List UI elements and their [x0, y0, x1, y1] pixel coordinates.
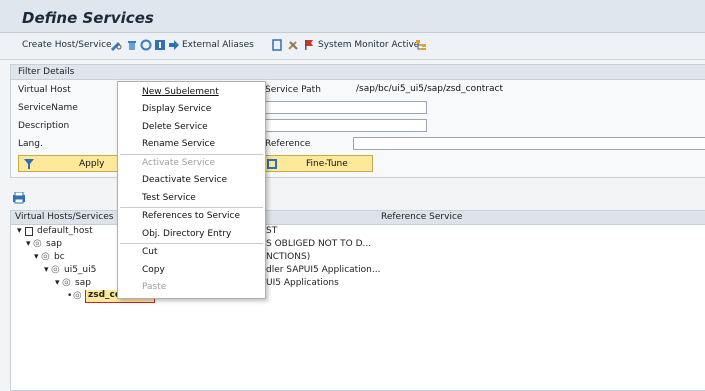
service-name-label: ServiceName [18, 103, 78, 113]
application-toolbar: Create Host/Service External Aliases Sys… [0, 33, 705, 60]
fine-tune-label: Fine-Tune [306, 159, 348, 169]
apply-button[interactable]: Apply [18, 155, 124, 172]
menu-item-copy[interactable]: Copy [142, 265, 165, 275]
menu-item-delete-service[interactable]: Delete Service [142, 122, 208, 132]
book-icon[interactable] [271, 39, 283, 51]
service-icon: ◎ [51, 264, 60, 275]
tree-node-name: default_host [37, 226, 93, 236]
lang-label: Lang. [18, 139, 43, 149]
reference-label: Reference [265, 139, 311, 149]
menu-item-paste: Paste [142, 282, 167, 292]
system-monitor-button[interactable]: System Monitor Active [318, 40, 419, 50]
apply-label: Apply [79, 159, 105, 169]
service-name-input[interactable] [265, 101, 427, 114]
page-title: Define Services [22, 9, 154, 27]
expand-arrow-icon[interactable]: ▾ [17, 226, 22, 236]
menu-separator [120, 207, 263, 208]
description-input[interactable] [265, 119, 427, 132]
tree-node-desc: NCTIONS) [266, 252, 311, 262]
tree-node-name: sap [75, 278, 91, 288]
menu-item-rename-service[interactable]: Rename Service [142, 139, 215, 149]
tree-node-desc: dler SAPUI5 Application... [266, 265, 381, 275]
tree-row[interactable]: ▾ ◎ ui5_ui5 dler SAPUI5 Application... [11, 264, 705, 277]
menu-item-deactivate-service[interactable]: Deactivate Service [142, 175, 227, 185]
title-bar: Define Services [0, 0, 705, 33]
tree-row[interactable]: ▾ default_host ST [11, 226, 705, 238]
arrow-right-icon [169, 40, 179, 50]
expand-arrow-icon[interactable]: ▾ [26, 239, 31, 249]
structure-icon[interactable] [415, 39, 427, 51]
refresh-icon[interactable] [140, 39, 152, 51]
context-menu: New Subelement Display Service Delete Se… [117, 81, 266, 299]
tree-row-selected[interactable]: • ◎ zsd_contract Sales Contract [11, 290, 705, 303]
service-tree: Virtual Hosts/Services Reference Service… [10, 210, 705, 391]
menu-item-obj-directory[interactable]: Obj. Directory Entry [142, 229, 231, 239]
tree-header: Virtual Hosts/Services Reference Service [11, 211, 705, 225]
print-icon[interactable] [12, 192, 26, 204]
service-icon: ◎ [41, 251, 50, 262]
menu-item-new-subelement[interactable]: New Subelement [142, 87, 219, 97]
tree-node-desc: ST [266, 226, 278, 236]
pencil-glasses-icon[interactable] [110, 39, 122, 51]
host-icon [25, 227, 33, 236]
leaf-bullet-icon: • [67, 291, 73, 301]
virtual-host-label: Virtual Host [18, 85, 71, 95]
external-aliases-button[interactable]: External Aliases [182, 40, 254, 50]
trash-icon[interactable] [126, 39, 138, 51]
fine-tune-icon [267, 159, 277, 169]
menu-item-display-service[interactable]: Display Service [142, 104, 211, 114]
service-icon: ◎ [33, 238, 42, 249]
service-icon: ◎ [73, 290, 82, 301]
service-icon: ◎ [62, 277, 71, 288]
expand-arrow-icon[interactable]: ▾ [44, 265, 49, 275]
filter-details-panel: Filter Details Virtual Host ServiceName … [10, 64, 705, 178]
flag-icon [305, 40, 313, 50]
service-path-label: Service Path [265, 85, 321, 95]
menu-separator [120, 154, 263, 155]
filter-details-header: Filter Details [11, 65, 705, 80]
expand-arrow-icon[interactable]: ▾ [55, 278, 60, 288]
tree-node-desc: S OBLIGED NOT TO D... [266, 239, 372, 249]
tree-row[interactable]: ▾ ◎ sap S OBLIGED NOT TO D... [11, 238, 705, 251]
tools-icon[interactable] [287, 39, 299, 51]
col-virtual-hosts: Virtual Hosts/Services [15, 212, 114, 222]
menu-item-references[interactable]: References to Service [142, 211, 240, 221]
info-icon[interactable] [154, 39, 166, 51]
menu-item-activate-service: Activate Service [142, 158, 216, 168]
filter-details-title: Filter Details [18, 67, 75, 77]
fine-tune-button[interactable]: Fine-Tune [265, 155, 373, 172]
reference-input[interactable] [353, 137, 705, 150]
menu-separator [120, 243, 263, 244]
tree-node-name: sap [46, 239, 62, 249]
tree-row[interactable]: ▾ ◎ sap UI5 Applications [11, 277, 705, 290]
tree-row[interactable]: ▾ ◎ bc NCTIONS) [11, 251, 705, 264]
create-host-service-button[interactable]: Create Host/Service [22, 40, 112, 50]
tree-node-name: ui5_ui5 [64, 265, 97, 275]
menu-item-test-service[interactable]: Test Service [142, 193, 196, 203]
filter-icon [24, 159, 34, 169]
expand-arrow-icon[interactable]: ▾ [34, 252, 39, 262]
tree-node-name: bc [54, 252, 65, 262]
tree-node-desc: UI5 Applications [266, 278, 339, 288]
service-path-input[interactable]: /sap/bc/ui5_ui5/sap/zsd_contract [353, 83, 705, 96]
description-label: Description [18, 121, 70, 131]
service-path-value: /sap/bc/ui5_ui5/sap/zsd_contract [356, 84, 504, 94]
menu-item-cut[interactable]: Cut [142, 247, 158, 257]
col-reference-service: Reference Service [381, 212, 463, 222]
